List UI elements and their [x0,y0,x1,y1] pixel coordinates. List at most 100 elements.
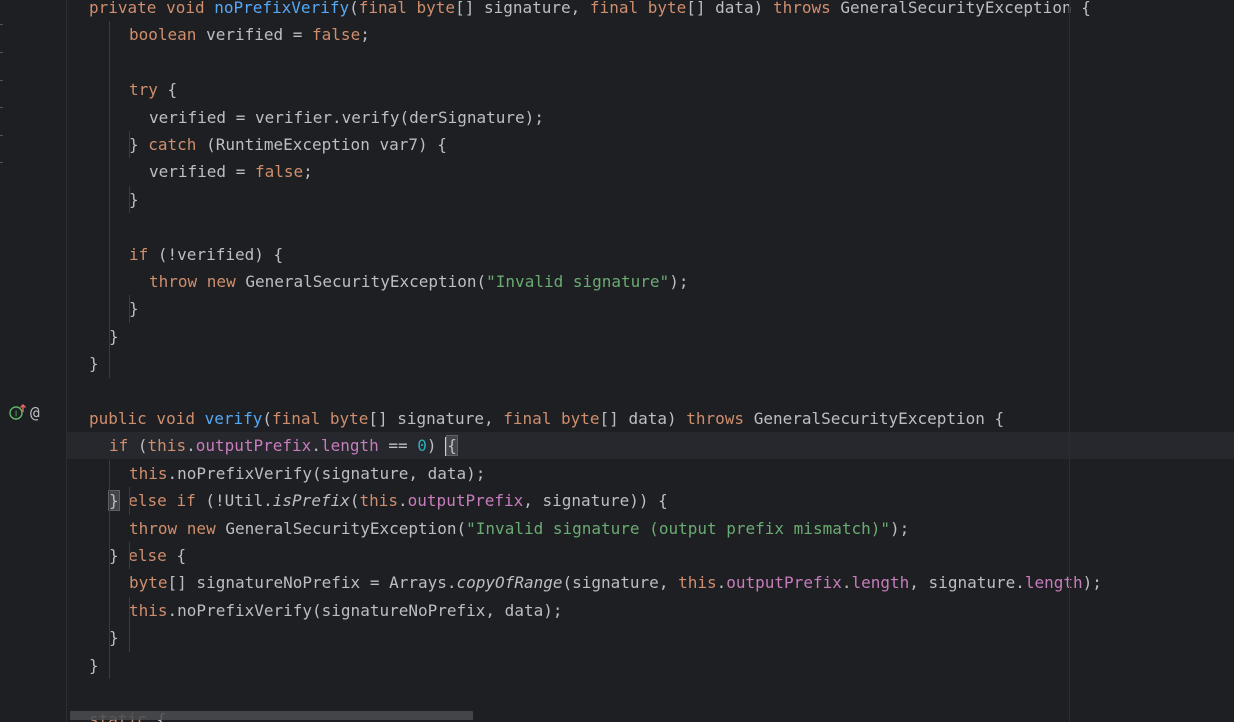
code-line-text: throw new GeneralSecurityException("Inva… [129,515,909,542]
code-line[interactable]: if (this.outputPrefix.length == 0) { [67,432,1234,460]
code-token: } [129,135,149,154]
code-token: verified = [149,162,255,182]
code-line-text: throw new GeneralSecurityException("Inva… [149,268,688,295]
indent-guide [129,542,130,570]
code-line[interactable]: } [67,652,1234,679]
code-token: ); [1082,573,1102,593]
editor-gutter: I @ [0,0,66,722]
code-token: , signature)) { [523,491,668,511]
code-token: (!Util. [205,491,273,511]
code-token: ( [262,409,273,428]
code-line[interactable]: } [67,624,1234,651]
annotation-at-icon[interactable]: @ [30,403,40,423]
code-line-text: } [89,652,99,679]
code-token: GeneralSecurityException( [225,518,467,538]
code-editor[interactable]: private void noPrefixVerify(final byte[]… [67,0,1234,722]
indent-guide [129,131,130,159]
code-token: final byte [358,0,456,17]
code-token: else if [118,491,206,511]
code-token: . [716,573,727,593]
code-line[interactable]: private void noPrefixVerify(final byte[]… [67,0,1234,21]
code-line-text: verified = verifier.verify(derSignature)… [149,104,544,131]
code-token: 0 [417,436,427,456]
code-token: throw new [149,272,246,291]
code-token: ); [890,518,910,538]
fold-marker [0,135,3,136]
code-token: .noPrefixVerify(signatureNoPrefix, data)… [167,600,563,620]
code-line-text: } [129,186,139,213]
code-token: length [320,436,379,456]
code-line[interactable] [67,49,1234,76]
code-token: public void [89,409,205,428]
code-line[interactable]: public void verify(final byte[] signatur… [67,405,1234,432]
code-line[interactable]: } else { [67,542,1234,569]
code-line[interactable]: throw new GeneralSecurityException("Inva… [67,515,1234,542]
code-token: ; [303,162,313,182]
code-line[interactable]: try { [67,76,1234,103]
code-line[interactable] [67,213,1234,240]
code-line[interactable] [67,378,1234,405]
code-token: (signature, [562,573,679,593]
code-line-text: byte[] signatureNoPrefix = Arrays.copyOf… [129,569,1102,596]
code-line[interactable]: verified = false; [67,158,1234,185]
code-line[interactable]: } [67,323,1234,350]
code-token: if [129,244,158,264]
code-token: [] data) [599,409,687,428]
code-line-text: verified = false; [149,158,313,185]
code-token: catch [148,135,207,154]
code-token: [] signatureNoPrefix = Arrays. [167,573,457,593]
fold-marker [0,52,3,53]
fold-marker [0,162,3,163]
code-line[interactable]: } [67,186,1234,213]
code-token: (RuntimeException var7) { [206,135,447,154]
code-token: . [186,436,196,456]
code-token: } [108,490,120,512]
code-token: } [89,354,99,374]
code-token: try [129,80,168,100]
code-token: final byte [272,409,369,428]
code-line-text: } [109,624,119,651]
code-token: [] data) [686,0,773,17]
code-token: noPrefixVerify [214,0,350,17]
code-line[interactable] [67,679,1234,706]
indent-guide [109,21,110,378]
code-line-text: if (this.outputPrefix.length == 0) { [109,432,458,459]
code-line-text: boolean verified = false; [129,21,370,48]
code-line[interactable]: throw new GeneralSecurityException("Inva… [67,268,1234,295]
code-token: else [128,546,177,565]
code-token: throw new [129,518,226,538]
code-token: this [129,600,168,620]
code-token: ; [360,25,370,45]
code-token: , signature. [909,573,1025,593]
code-line[interactable]: this.noPrefixVerify(signature, data); [67,460,1234,487]
code-line[interactable]: } catch (RuntimeException var7) { [67,131,1234,158]
code-line[interactable]: byte[] signatureNoPrefix = Arrays.copyOf… [67,569,1234,596]
code-token: if [109,436,138,456]
code-line[interactable]: if (!verified) { [67,241,1234,268]
implements-override-icon[interactable]: I [9,403,29,425]
code-token: outputPrefix [407,491,524,511]
code-token: } [89,655,99,675]
code-token: ( [349,0,359,17]
indent-guide [129,596,130,652]
code-token: } [109,546,129,565]
code-line[interactable]: this.noPrefixVerify(signatureNoPrefix, d… [67,597,1234,624]
code-token: throws [772,0,841,17]
horizontal-scrollbar[interactable] [70,711,473,720]
code-line-text: } else if (!Util.isPrefix(this.outputPre… [108,487,668,514]
indent-guide [109,459,110,679]
code-line[interactable]: } else if (!Util.isPrefix(this.outputPre… [67,487,1234,514]
code-line[interactable]: verified = verifier.verify(derSignature)… [67,104,1234,131]
code-token: verified = verifier.verify(derSignature)… [149,107,544,127]
code-line[interactable]: boolean verified = false; [67,21,1234,48]
fold-marker [0,80,3,81]
code-line-text: } catch (RuntimeException var7) { [129,131,447,158]
code-line[interactable]: } [67,350,1234,377]
code-token: outputPrefix [726,573,842,593]
code-line[interactable]: } [67,295,1234,322]
code-line-text: if (!verified) { [129,241,283,268]
code-line-text: public void verify(final byte[] signatur… [89,405,1004,432]
code-token: } [109,326,119,346]
code-token: byte [129,573,168,593]
code-token: } [129,189,139,209]
